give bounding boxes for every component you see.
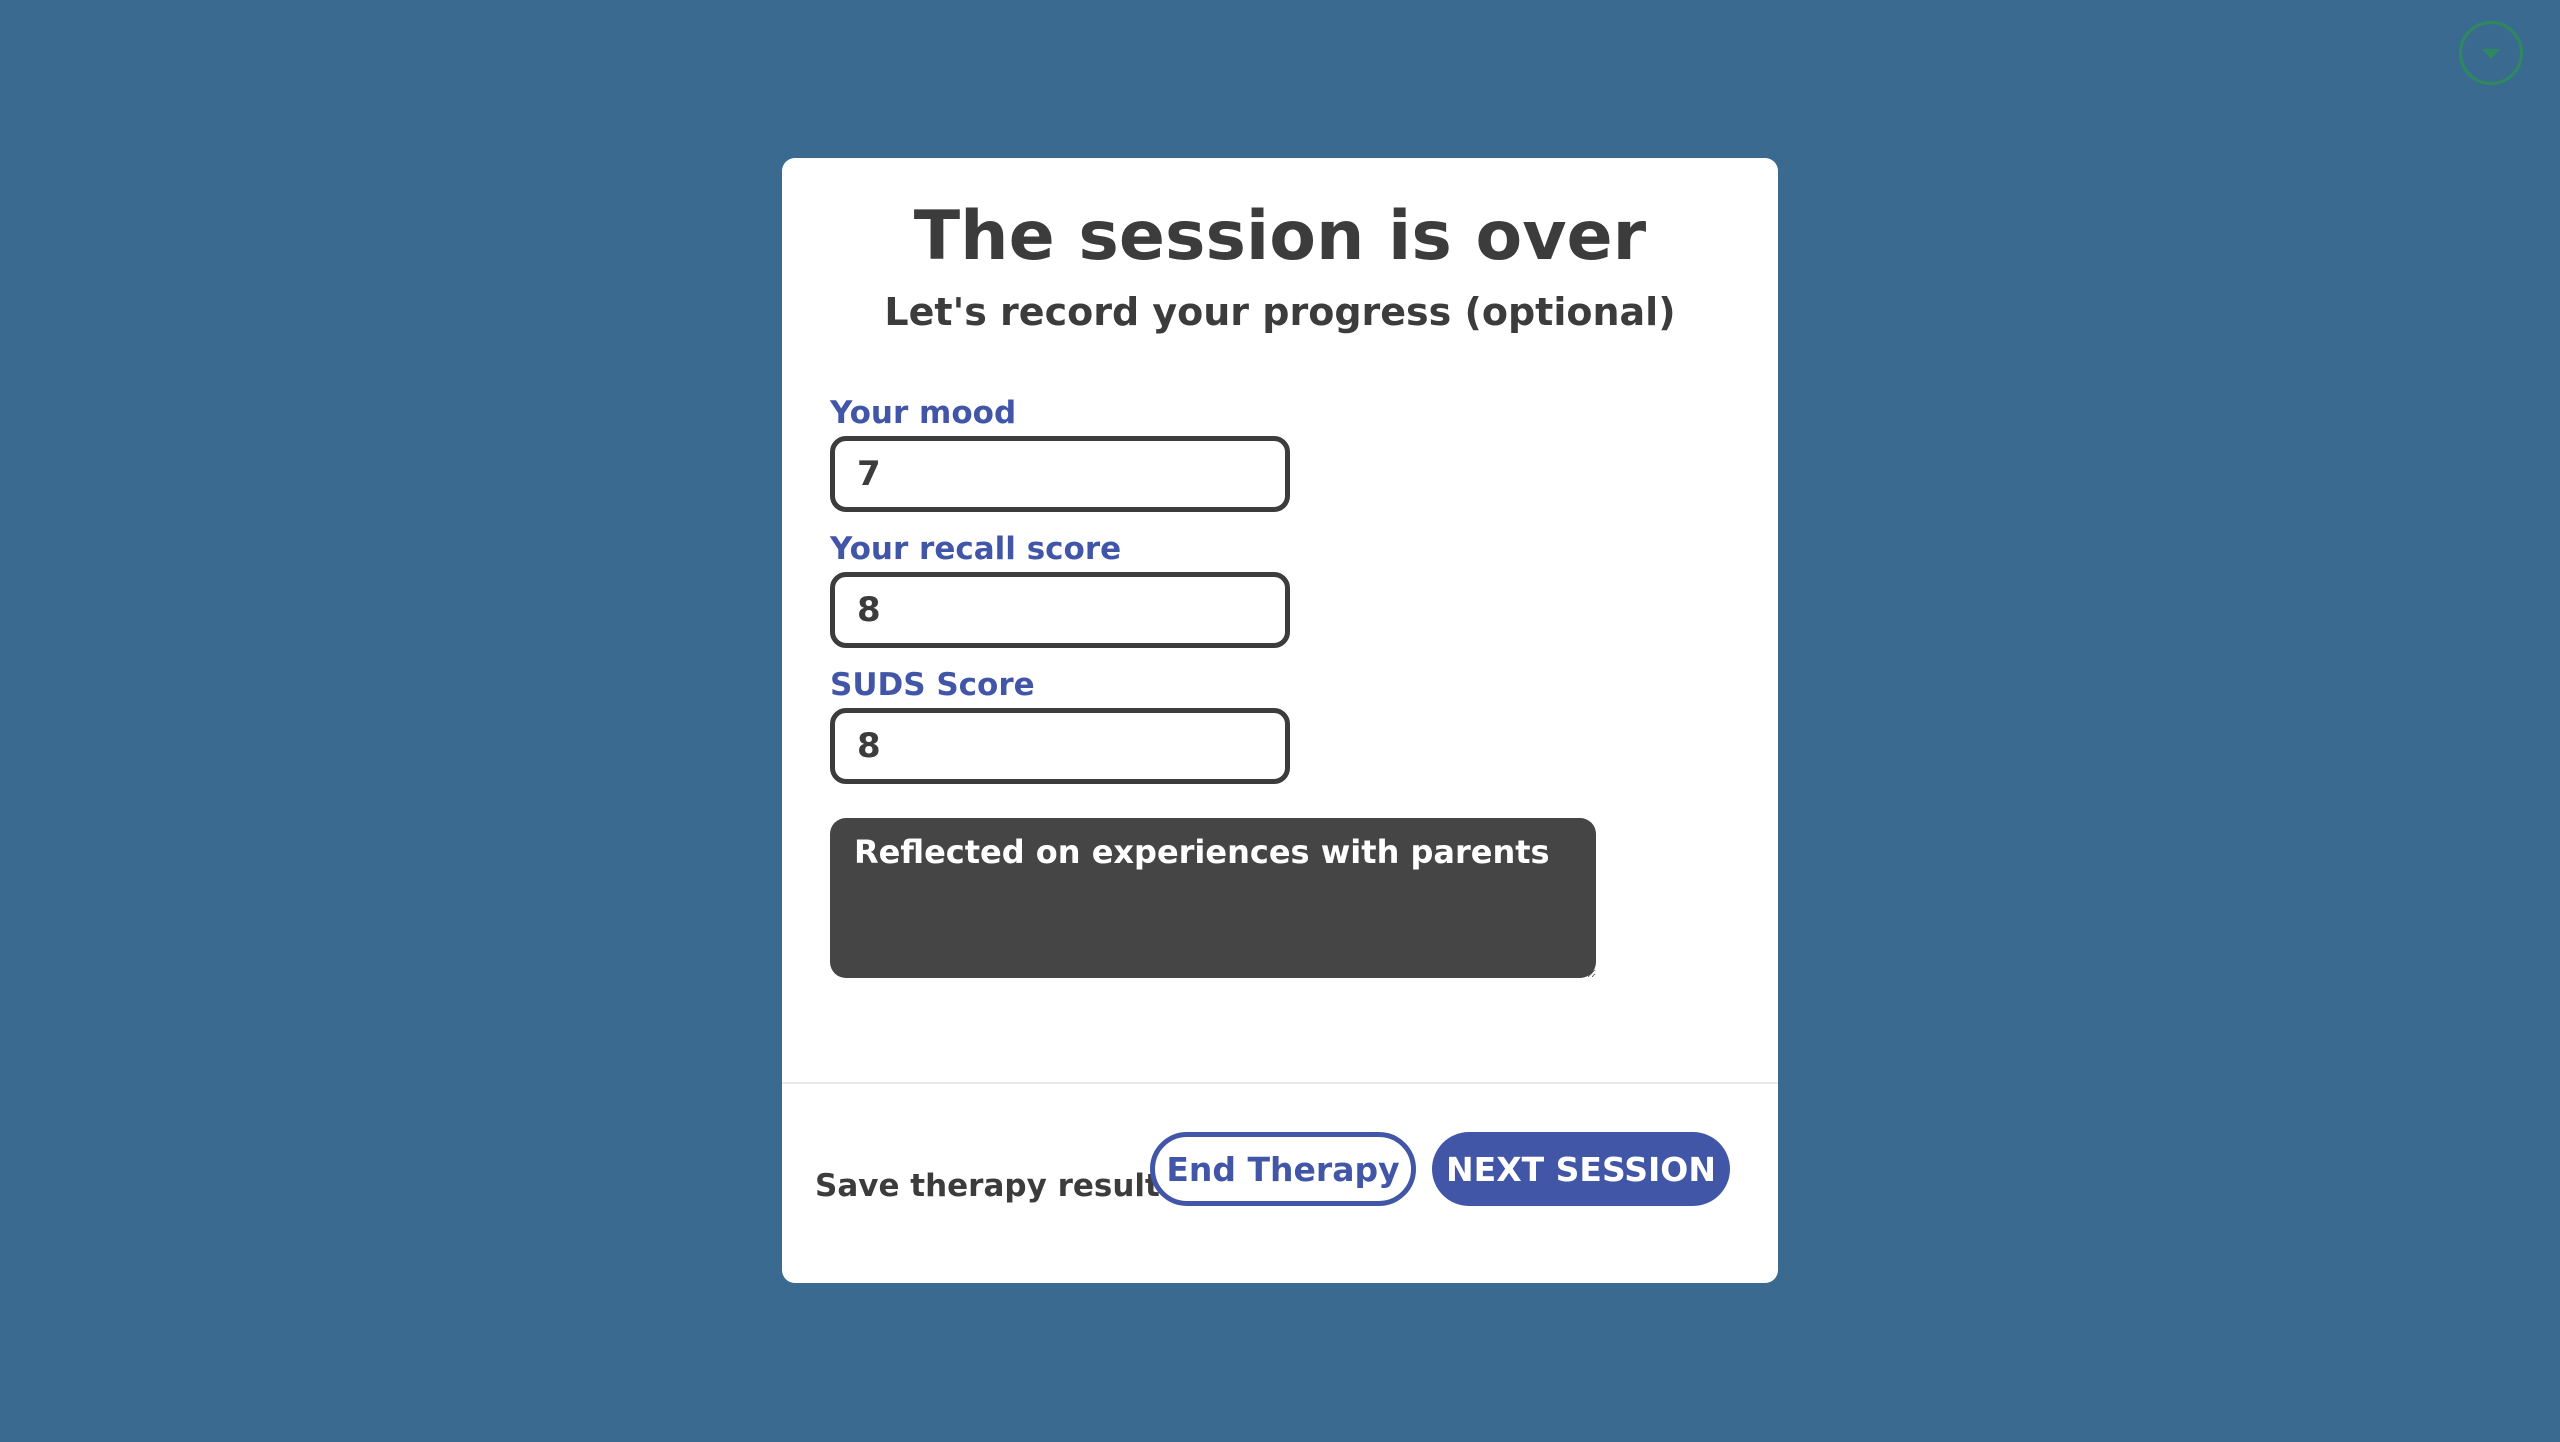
end-therapy-button[interactable]: End Therapy bbox=[1150, 1132, 1416, 1206]
recall-score-input[interactable] bbox=[830, 572, 1290, 648]
mood-label: Your mood bbox=[830, 395, 1017, 431]
modal-subtitle: Let's record your progress (optional) bbox=[884, 290, 1676, 334]
session-over-modal: The session is over Let's record your pr… bbox=[782, 158, 1778, 1283]
next-session-button[interactable]: NEXT SESSION bbox=[1432, 1132, 1730, 1206]
menu-toggle-button[interactable] bbox=[2459, 21, 2523, 85]
footer-divider bbox=[782, 1082, 1778, 1084]
recall-score-label: Your recall score bbox=[830, 531, 1122, 567]
suds-score-input[interactable] bbox=[830, 708, 1290, 784]
mood-input[interactable] bbox=[830, 436, 1290, 512]
chevron-down-icon bbox=[2482, 49, 2500, 59]
session-notes-textarea[interactable]: Reflected on experiences with parents bbox=[830, 818, 1596, 978]
modal-title: The session is over bbox=[913, 197, 1647, 276]
suds-score-label: SUDS Score bbox=[830, 667, 1035, 703]
